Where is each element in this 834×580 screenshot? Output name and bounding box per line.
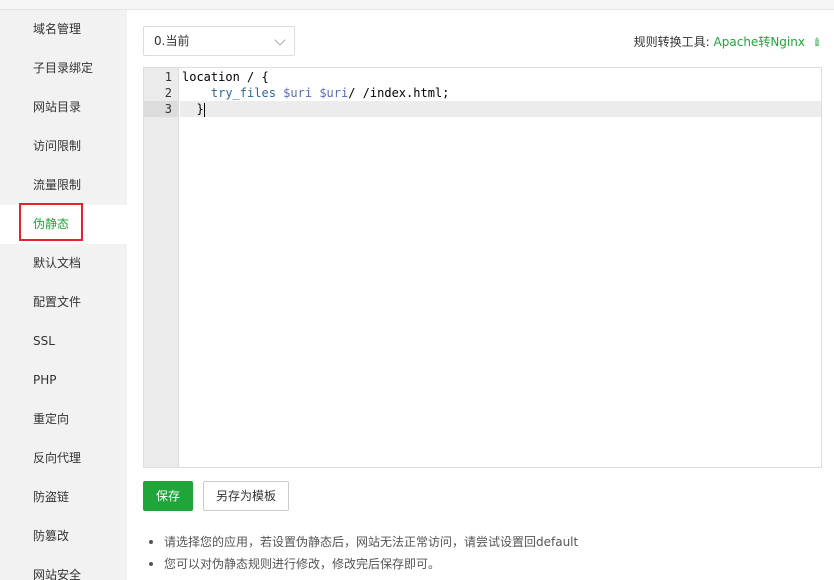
code-variable: $uri <box>283 86 313 100</box>
text-cursor <box>203 102 205 117</box>
rule-convert-tool: 规则转换工具: Apache转Nginx ✐ <box>633 33 826 51</box>
sidebar-item-rewrite[interactable]: 伪静态 <box>0 205 127 244</box>
line-number: 2 <box>164 86 172 100</box>
sidebar-item-traffic-limit[interactable]: 流量限制 <box>0 166 127 205</box>
code-token: } <box>196 102 204 116</box>
apache-to-nginx-link[interactable]: Apache转Nginx <box>714 35 805 49</box>
sidebar-item-hotlink[interactable]: 防盗链 <box>0 478 127 517</box>
tip-item: 请选择您的应用，若设置伪静态后，网站无法正常访问，请尝试设置回default <box>148 534 578 556</box>
bullet-icon <box>149 562 153 566</box>
tip-text: 请选择您的应用，若设置伪静态后，网站无法正常访问，请尝试设置回default <box>164 535 579 549</box>
sidebar-item-tamper-proof[interactable]: 防篡改 <box>0 517 127 556</box>
code-directive: try_files <box>210 86 276 100</box>
code-line: try_files $uri $uri/ /index.html; <box>180 85 449 101</box>
code-line: location / { <box>180 69 269 85</box>
tips-list: 请选择您的应用，若设置伪静态后，网站无法正常访问，请尝试设置回default 您… <box>148 534 578 578</box>
code-token: / /index.html; <box>348 86 450 100</box>
editor-gutter: 1 2 3 <box>144 68 179 467</box>
code-line-current: } <box>180 101 821 117</box>
rewrite-rule-select[interactable]: 0.当前 <box>143 26 295 56</box>
sidebar-item-access-limit[interactable]: 访问限制 <box>0 127 127 166</box>
sidebar-item-redirect[interactable]: 重定向 <box>0 400 127 439</box>
save-button[interactable]: 保存 <box>143 481 193 511</box>
sidebar-item-php[interactable]: PHP <box>0 361 127 400</box>
sidebar-item-domain[interactable]: 域名管理 <box>0 10 127 49</box>
rule-convert-label: 规则转换工具: <box>633 35 710 49</box>
save-as-template-button[interactable]: 另存为模板 <box>203 481 289 511</box>
line-number-current: 3 <box>144 101 179 117</box>
site-settings-sidebar: 域名管理 子目录绑定 网站目录 访问限制 流量限制 伪静态 默认文档 配置文件 … <box>0 10 127 580</box>
code-token: location / { <box>182 70 269 84</box>
paperclip-icon[interactable]: ✐ <box>810 35 826 51</box>
bullet-icon <box>149 540 153 544</box>
tip-item: 您可以对伪静态规则进行修改，修改完后保存即可。 <box>148 556 578 578</box>
sidebar-item-default-doc[interactable]: 默认文档 <box>0 244 127 283</box>
sidebar-item-reverse-proxy[interactable]: 反向代理 <box>0 439 127 478</box>
sidebar-item-site-directory[interactable]: 网站目录 <box>0 88 127 127</box>
chevron-down-icon <box>274 34 286 46</box>
rewrite-rule-select-value: 0.当前 <box>154 34 190 48</box>
sidebar-item-subdirectory[interactable]: 子目录绑定 <box>0 49 127 88</box>
sidebar-item-site-security[interactable]: 网站安全 <box>0 556 127 580</box>
sidebar-item-config-file[interactable]: 配置文件 <box>0 283 127 322</box>
tip-text: 您可以对伪静态规则进行修改，修改完后保存即可。 <box>164 557 441 571</box>
rewrite-code-editor[interactable]: 1 2 3 location / { try_files $uri $uri/ … <box>143 67 822 468</box>
top-bar <box>0 0 834 10</box>
sidebar-item-ssl[interactable]: SSL <box>0 322 127 361</box>
code-variable: $uri <box>319 86 349 100</box>
line-number: 1 <box>164 70 172 84</box>
